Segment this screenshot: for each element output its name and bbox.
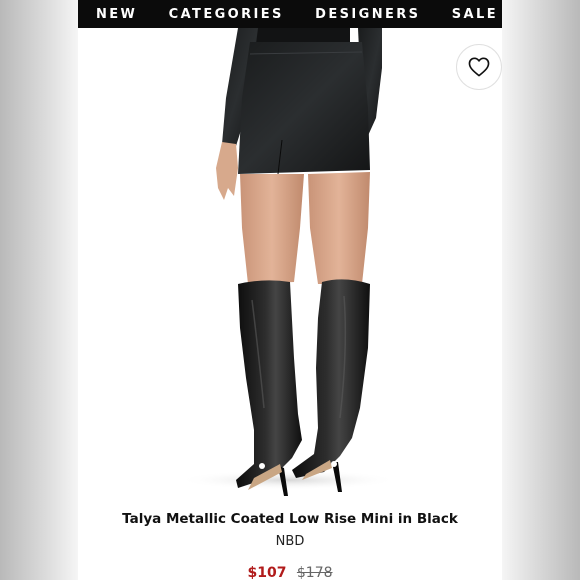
- product-title[interactable]: Talya Metallic Coated Low Rise Mini in B…: [78, 510, 502, 528]
- original-price: $178: [296, 565, 333, 580]
- product-brand[interactable]: NBD: [78, 534, 502, 550]
- top-navigation-bar: NEW CATEGORIES DESIGNERS SALE: [78, 0, 502, 28]
- screenshot-stage: NEW CATEGORIES DESIGNERS SALE Talya Meta…: [0, 0, 580, 580]
- nav-item-designers[interactable]: DESIGNERS: [315, 7, 420, 22]
- product-photo-illustration: [178, 28, 398, 496]
- heart-outline-icon: [468, 57, 490, 77]
- nav-item-new[interactable]: NEW: [96, 7, 137, 22]
- nav-item-categories[interactable]: CATEGORIES: [169, 7, 284, 22]
- price-row: $107 $178: [78, 564, 502, 580]
- product-image[interactable]: [78, 28, 502, 498]
- nav-item-sale[interactable]: SALE: [452, 7, 498, 22]
- product-info: Talya Metallic Coated Low Rise Mini in B…: [78, 510, 502, 580]
- sale-price: $107: [247, 565, 287, 580]
- product-page: NEW CATEGORIES DESIGNERS SALE Talya Meta…: [78, 0, 502, 580]
- wishlist-button[interactable]: [456, 44, 502, 90]
